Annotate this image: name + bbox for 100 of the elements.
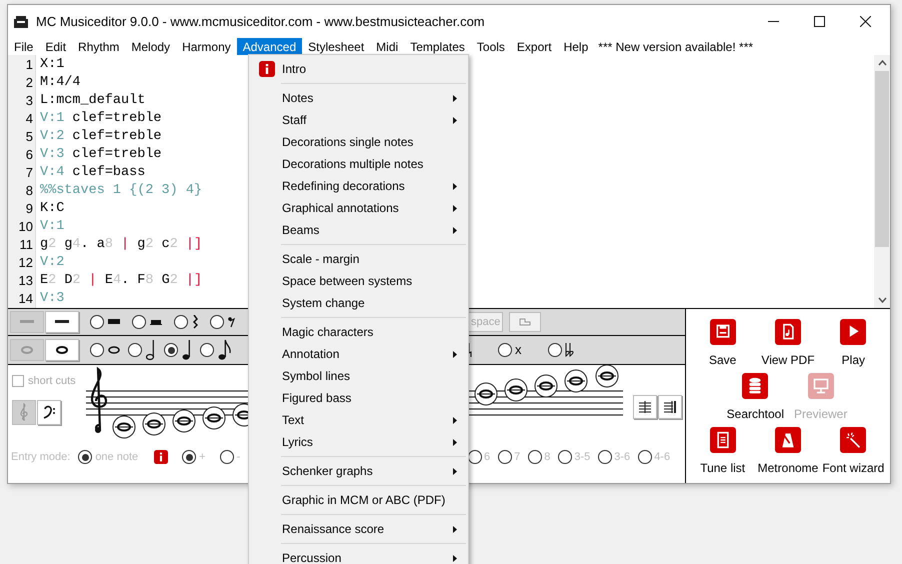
menu-item[interactable]: Harmony <box>176 38 237 55</box>
update-notice[interactable]: *** New version available! *** <box>598 38 754 55</box>
menu-entry[interactable]: Magic characters <box>251 321 466 343</box>
magic-wand-icon <box>840 427 866 453</box>
radio-button[interactable] <box>210 315 224 329</box>
play-icon <box>840 319 866 345</box>
code-line: %%staves 1 {(2 3) 4} <box>40 182 202 200</box>
menu-entry[interactable]: Staff <box>251 109 466 131</box>
toolbar-button[interactable]: Save <box>690 319 756 371</box>
menu-entry[interactable]: Graphic in MCM or ABC (PDF) <box>251 489 466 511</box>
menu-entry[interactable]: Annotation <box>251 343 466 365</box>
radio-button[interactable] <box>200 343 214 357</box>
menu-item[interactable]: Rhythm <box>72 38 126 55</box>
menu-entry[interactable]: Lyrics <box>251 431 466 453</box>
menu-item[interactable]: Tools <box>470 38 511 55</box>
menu-entry[interactable]: Symbol lines <box>251 365 466 387</box>
menu-entry[interactable]: Renaissance score <box>251 518 466 540</box>
radio-button[interactable] <box>598 450 612 464</box>
line-number: 3 <box>24 92 34 110</box>
radio-button[interactable] <box>132 315 146 329</box>
line-number: 2 <box>24 74 34 92</box>
code-line: V:2 <box>40 254 64 272</box>
info-icon <box>154 450 168 464</box>
toggle-button[interactable] <box>45 339 79 361</box>
end-bar-button[interactable] <box>658 395 682 419</box>
menu-entry[interactable]: Intro <box>251 58 466 80</box>
radio-button[interactable] <box>78 450 92 464</box>
toggle-button[interactable] <box>10 311 44 333</box>
scrollbar[interactable] <box>874 55 890 308</box>
radio-button[interactable] <box>498 450 512 464</box>
menu-entry[interactable]: Percussion <box>251 547 466 564</box>
radio-label: - <box>236 450 240 465</box>
radio-button[interactable] <box>164 343 178 357</box>
radio-button[interactable] <box>498 343 512 357</box>
code-line: V:4 clef=bass <box>40 164 146 182</box>
radio-button[interactable] <box>128 343 142 357</box>
toolbar-button[interactable]: Font wizard <box>820 427 886 479</box>
radio-label: 6 <box>484 450 490 465</box>
menu-entry[interactable]: Decorations multiple notes <box>251 153 466 175</box>
menu-entry[interactable]: Decorations single notes <box>251 131 466 153</box>
staff-lines-button[interactable] <box>633 395 657 419</box>
menu-item[interactable]: Templates <box>404 38 471 55</box>
list-document-icon <box>710 427 736 453</box>
checkbox-label: short cuts <box>28 374 76 389</box>
half-rest-icon <box>150 318 162 326</box>
menu-item[interactable]: Stylesheet <box>302 38 370 55</box>
menu-entry[interactable]: Space between systems <box>251 270 466 292</box>
radio-button[interactable] <box>90 343 104 357</box>
radio-button[interactable] <box>638 450 652 464</box>
menu-entry[interactable]: Notes <box>251 87 466 109</box>
whole-note-icon <box>55 346 69 354</box>
menu-item[interactable]: Midi <box>370 38 404 55</box>
menu-entry[interactable]: Scale - margin <box>251 248 466 270</box>
toggle-button[interactable] <box>45 311 79 333</box>
radio-label: 3-6 <box>614 450 630 465</box>
toolbar-button[interactable]: Tune list <box>690 427 756 479</box>
menu-item[interactable]: File <box>8 38 40 55</box>
clef-button[interactable] <box>37 400 61 424</box>
radio-button[interactable] <box>174 315 188 329</box>
line-number: 12 <box>18 254 34 272</box>
menu-item[interactable]: Export <box>510 38 558 55</box>
metronome-icon <box>774 427 801 453</box>
code-line: V:1 clef=treble <box>40 110 162 128</box>
info-icon <box>258 61 274 77</box>
eighth-note-icon <box>218 339 232 361</box>
code-line: L:mcm_default <box>40 92 146 110</box>
toolbar-button[interactable]: Searchtool <box>722 373 788 425</box>
toolbar-button[interactable]: View PDF <box>755 319 821 371</box>
end-bar-icon <box>664 401 676 413</box>
menu-entry[interactable]: System change <box>251 292 466 314</box>
code-line: V:2 clef=treble <box>40 128 162 146</box>
radio-label: 7 <box>514 450 520 465</box>
menu-item[interactable]: Advanced <box>236 38 302 55</box>
menu-entry[interactable]: Beams <box>251 219 466 241</box>
checkbox[interactable] <box>12 375 24 388</box>
menu-entry[interactable]: Figured bass <box>251 387 466 409</box>
menu-item[interactable]: Help <box>558 38 594 55</box>
window-title: MC Musiceditor 9.0.0 - www.mcmusiceditor.com - www.bestmusicteacher.com <box>36 12 485 31</box>
radio-label: x <box>515 341 522 360</box>
toolbar-button[interactable]: Play <box>820 319 886 371</box>
menu-entry[interactable]: Graphical annotations <box>251 197 466 219</box>
radio-button[interactable] <box>182 450 196 464</box>
menu-entry[interactable]: Text <box>251 409 466 431</box>
radio-label: 8 <box>544 450 550 465</box>
menu-item[interactable]: Edit <box>39 38 72 55</box>
toolbar-button[interactable]: Metronome <box>755 427 821 479</box>
radio-button[interactable] <box>528 450 542 464</box>
radio-button[interactable] <box>220 450 234 464</box>
radio-button[interactable] <box>558 450 572 464</box>
menu-item[interactable]: Melody <box>125 38 176 55</box>
toggle-button[interactable] <box>10 339 44 361</box>
radio-button[interactable] <box>468 450 482 464</box>
radio-button[interactable] <box>90 315 104 329</box>
line-number: 7 <box>24 164 34 182</box>
radio-button[interactable] <box>548 343 562 357</box>
menu-entry[interactable]: Redefining decorations <box>251 175 466 197</box>
code-line: M:4/4 <box>40 74 81 92</box>
code-line: V:3 clef=treble <box>40 146 162 164</box>
menu-entry[interactable]: Schenker graphs <box>251 460 466 482</box>
rest-icon <box>55 319 69 325</box>
